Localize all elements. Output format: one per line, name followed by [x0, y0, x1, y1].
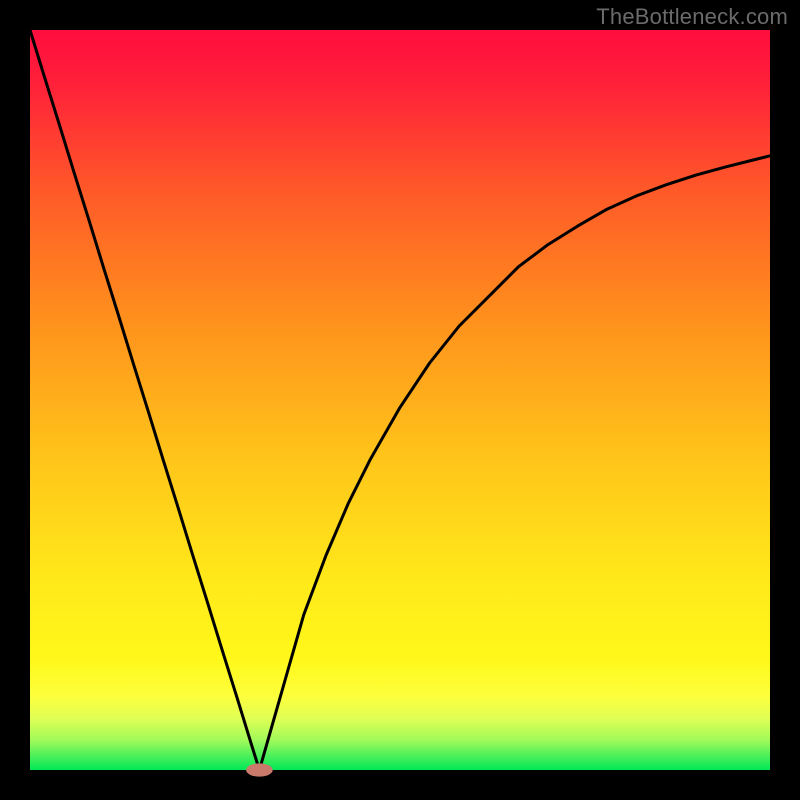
- plot-background: [30, 30, 770, 770]
- chart-frame: TheBottleneck.com: [0, 0, 800, 800]
- watermark-text: TheBottleneck.com: [596, 4, 788, 30]
- bottleneck-chart: [30, 30, 770, 770]
- vertex-marker: [246, 763, 273, 776]
